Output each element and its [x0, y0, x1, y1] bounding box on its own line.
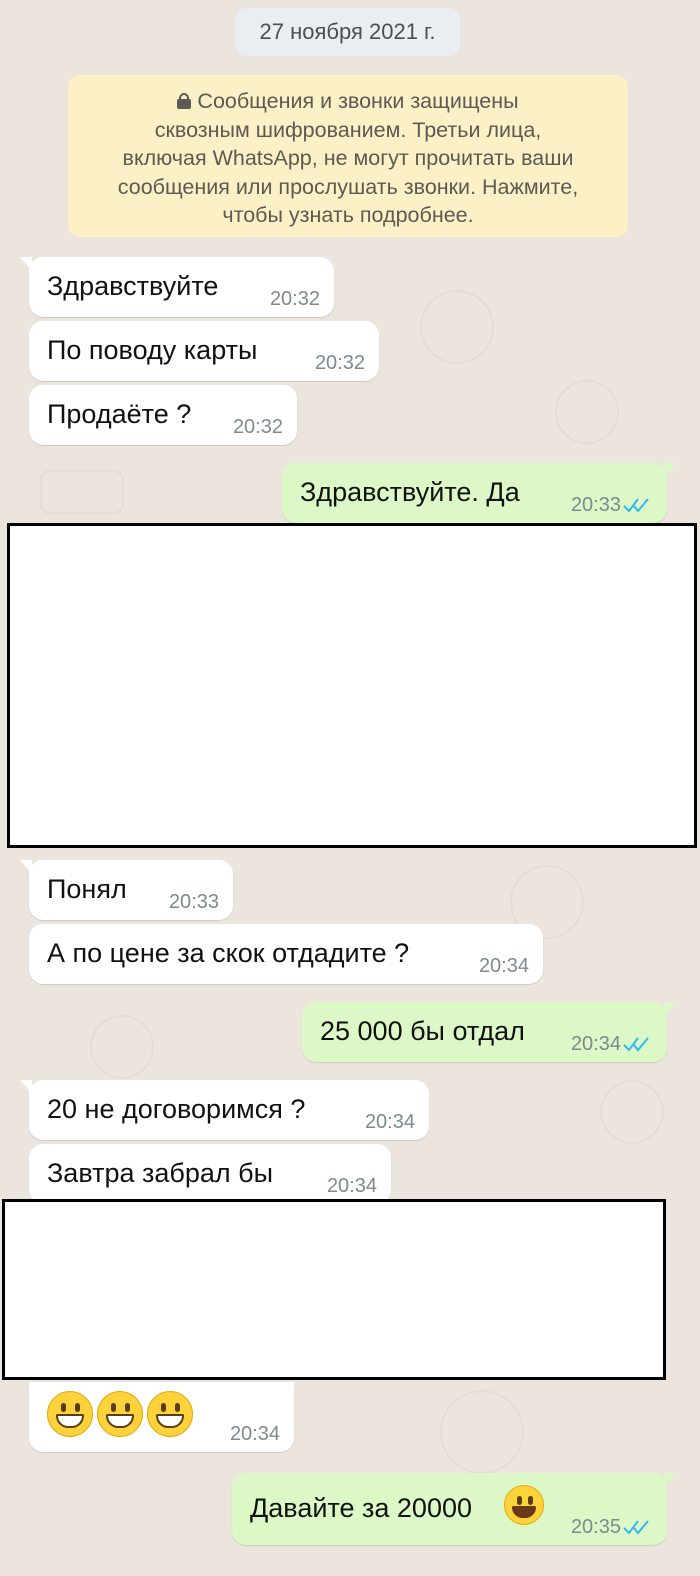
- message-time: 20:32: [269, 288, 320, 310]
- bubble-tail: [664, 1473, 676, 1487]
- message-text: А по цене за скок отдадите ?: [47, 938, 410, 968]
- encryption-notice[interactable]: Сообщения и звонки защищены сквозным шиф…: [68, 75, 628, 237]
- incoming-message[interactable]: Завтра забрал бы 20:34: [29, 1144, 391, 1204]
- outgoing-message[interactable]: Здравствуйте. Да 20:33: [282, 463, 676, 523]
- incoming-message[interactable]: 20 не договоримся ? 20:34: [20, 1080, 429, 1140]
- message-text: Здравствуйте: [47, 271, 219, 301]
- redacted-area: [2, 1199, 666, 1380]
- message-time: 20:33: [570, 494, 621, 516]
- message-text: 20 не договоримся ?: [47, 1094, 306, 1124]
- outgoing-message[interactable]: 25 000 бы отдал 20:34: [302, 1002, 676, 1062]
- background-pattern: [90, 1015, 154, 1079]
- double-check-icon: [623, 1037, 649, 1052]
- message-time: 20:34: [326, 1175, 377, 1197]
- incoming-message[interactable]: Продаёте ? 20:32: [29, 385, 297, 445]
- grinning-face-icon: [47, 1391, 93, 1437]
- bubble-tail: [20, 257, 32, 271]
- background-pattern: [555, 380, 619, 444]
- message-time: 20:34: [229, 1423, 280, 1445]
- message-text: Здравствуйте. Да: [300, 477, 520, 507]
- date-header: 27 ноября 2021 г.: [235, 8, 460, 56]
- message-text: Давайте за 20000: [250, 1493, 472, 1523]
- grinning-face-icon: [147, 1391, 193, 1437]
- incoming-message[interactable]: 20:34: [29, 1382, 294, 1452]
- encryption-notice-line: сквозным шифрованием. Третьи лица,: [154, 117, 542, 142]
- background-pattern: [40, 470, 124, 514]
- background-pattern: [420, 290, 494, 364]
- outgoing-message[interactable]: Давайте за 20000 20:35: [232, 1473, 676, 1545]
- encryption-notice-line: Сообщения и звонки защищены: [197, 89, 519, 113]
- message-text: Завтра забрал бы: [47, 1158, 273, 1188]
- message-time: 20:34: [478, 955, 529, 977]
- bubble-tail: [20, 1080, 32, 1094]
- message-text: 25 000 бы отдал: [320, 1016, 525, 1046]
- lock-icon: [177, 93, 192, 109]
- message-time: 20:32: [232, 416, 283, 438]
- background-pattern: [600, 1080, 664, 1144]
- double-check-icon: [623, 498, 649, 513]
- encryption-notice-line: сообщения или прослушать звонки. Нажмите…: [117, 174, 579, 199]
- message-time: 20:34: [570, 1033, 621, 1055]
- message-time: 20:32: [314, 352, 365, 374]
- bubble-tail: [664, 463, 676, 477]
- message-time: 20:35: [570, 1516, 621, 1538]
- double-check-icon: [623, 1520, 649, 1535]
- smiling-face-icon: [504, 1485, 544, 1525]
- background-pattern: [440, 1390, 524, 1474]
- message-text: Продаёте ?: [47, 399, 192, 429]
- bubble-tail: [20, 860, 32, 874]
- encryption-notice-line: чтобы узнать подробнее.: [222, 203, 474, 227]
- message-text: Понял: [47, 874, 127, 904]
- message-text: По поводу карты: [47, 335, 258, 365]
- encryption-notice-line: включая WhatsApp, не могут прочитать ваш…: [122, 146, 574, 170]
- grinning-face-icon: [97, 1391, 143, 1437]
- message-time: 20:34: [364, 1111, 415, 1133]
- incoming-message[interactable]: Здравствуйте 20:32: [20, 257, 334, 317]
- bubble-tail: [664, 1002, 676, 1016]
- incoming-message[interactable]: Понял 20:33: [20, 860, 233, 920]
- incoming-message[interactable]: По поводу карты 20:32: [29, 321, 379, 381]
- redacted-area: [7, 523, 697, 848]
- incoming-message[interactable]: А по цене за скок отдадите ? 20:34: [29, 924, 543, 984]
- message-time: 20:33: [168, 891, 219, 913]
